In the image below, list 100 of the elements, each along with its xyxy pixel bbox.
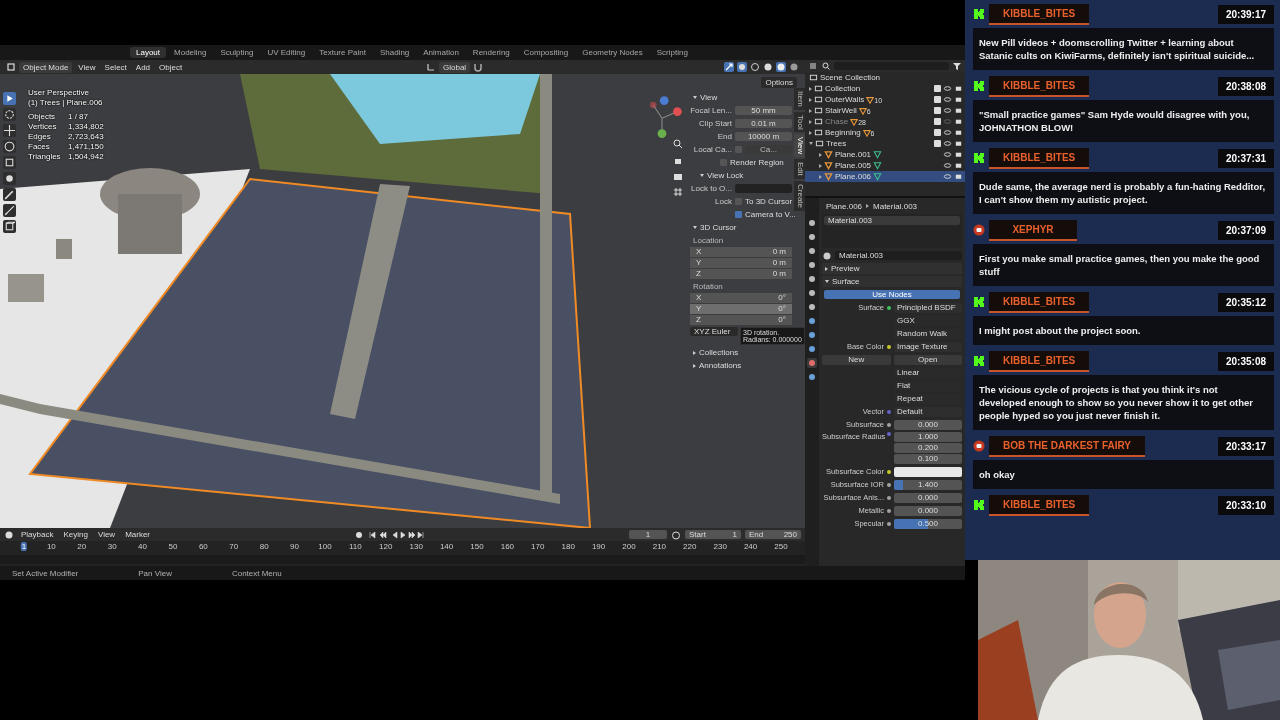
move-icon[interactable] — [3, 124, 16, 137]
number-field[interactable]: 10000 m — [735, 132, 792, 141]
orientation-dropdown[interactable]: Global — [439, 61, 471, 73]
section-header[interactable]: Collections — [690, 347, 792, 358]
expand-arrow-icon[interactable] — [809, 97, 812, 102]
rotation-mode-dropdown[interactable]: XYZ Euler — [690, 327, 738, 336]
link-field[interactable]: Image Texture — [894, 341, 962, 352]
checkbox[interactable] — [735, 211, 742, 218]
sidebar-tab[interactable]: Item — [794, 88, 805, 110]
checkbox[interactable] — [934, 96, 941, 103]
timeline-menu[interactable]: Marker — [122, 529, 154, 540]
number-field[interactable]: 0.100 — [894, 454, 962, 464]
sidebar-tab[interactable]: View — [794, 134, 805, 158]
socket-dot[interactable] — [887, 482, 891, 487]
measure-icon[interactable] — [3, 204, 16, 217]
socket-dot[interactable] — [887, 305, 891, 310]
header-menu[interactable]: Select — [101, 61, 130, 73]
slider-field[interactable]: 0.000 — [894, 505, 962, 516]
workspace-tab[interactable]: Sculpting — [214, 47, 260, 58]
shading-material-icon[interactable] — [776, 62, 786, 72]
cursor-icon[interactable] — [3, 108, 16, 121]
display-mode-icon[interactable] — [808, 61, 818, 71]
frame-number[interactable]: 1 — [20, 542, 28, 551]
header-menu[interactable]: Object — [156, 61, 186, 73]
new-image-button[interactable]: New — [822, 354, 891, 365]
stopwatch-icon[interactable] — [671, 529, 681, 540]
workspace-tab[interactable]: UV Editing — [261, 47, 312, 58]
sidebar-tab[interactable]: Create — [794, 181, 805, 212]
mode-icon[interactable] — [6, 62, 16, 72]
socket-dot[interactable] — [887, 409, 891, 414]
expand-arrow-icon[interactable] — [825, 280, 829, 283]
properties-tab-icon[interactable] — [807, 358, 817, 368]
timeline-menu[interactable]: Playback — [18, 529, 57, 540]
outliner-row[interactable]: Plane.005 — [805, 160, 965, 171]
coordinate-field[interactable]: Y 0° — [690, 304, 792, 314]
socket-dot[interactable] — [887, 432, 891, 436]
socket-dot[interactable] — [887, 521, 891, 526]
material-icon[interactable] — [822, 250, 832, 261]
checkbox[interactable] — [934, 85, 941, 92]
use-nodes-button[interactable]: Use Nodes — [824, 290, 960, 299]
record-icon[interactable] — [354, 529, 364, 540]
material-slot[interactable]: Material.003 — [824, 216, 960, 225]
outliner-row[interactable]: Plane.006 — [805, 171, 965, 182]
object-field[interactable] — [735, 184, 792, 193]
coordinate-field[interactable]: Z 0 m — [690, 269, 792, 279]
slider-field[interactable]: 0.500 — [894, 518, 962, 529]
link-field[interactable]: Principled BSDF — [894, 302, 962, 313]
start-frame-field[interactable]: Start 1 — [685, 530, 741, 539]
slider-field[interactable]: 0.000 — [894, 492, 962, 503]
header-menu[interactable]: Add — [132, 61, 154, 73]
checkbox[interactable] — [934, 129, 941, 136]
overlay-toggle-icon[interactable] — [737, 62, 747, 72]
number-field[interactable]: 0.01 m — [735, 119, 792, 128]
add-cube-icon[interactable] — [3, 220, 16, 233]
expand-arrow-icon[interactable] — [693, 96, 697, 99]
search-icon[interactable] — [821, 61, 831, 71]
workspace-tab[interactable]: Shading — [373, 47, 416, 58]
checkbox[interactable] — [735, 198, 742, 205]
rotate-icon[interactable] — [3, 140, 16, 153]
camera-field[interactable]: Ca... — [745, 145, 792, 154]
expand-arrow-icon[interactable] — [693, 350, 696, 355]
workspace-tab[interactable]: Layout — [130, 47, 167, 58]
expand-arrow-icon[interactable] — [700, 174, 704, 177]
color-swatch[interactable] — [894, 466, 962, 477]
socket-dot[interactable] — [887, 422, 891, 427]
sidebar-tab[interactable]: Tool — [794, 111, 805, 133]
gizmo-toggle-icon[interactable] — [724, 62, 734, 72]
expand-arrow-icon[interactable] — [809, 86, 812, 91]
outliner-row[interactable]: Plane.001 — [805, 149, 965, 160]
socket-dot[interactable] — [887, 508, 891, 513]
expand-arrow-icon[interactable] — [819, 152, 822, 157]
shading-wireframe-icon[interactable] — [750, 62, 760, 72]
expand-arrow-icon[interactable] — [825, 266, 828, 271]
workspace-tab[interactable]: Animation — [417, 47, 465, 58]
checkbox[interactable] — [720, 159, 727, 166]
panel-header[interactable]: Surface — [822, 276, 962, 287]
workspace-tab[interactable]: Scripting — [650, 47, 694, 58]
section-header[interactable]: 3D Cursor — [690, 222, 792, 233]
zoom-icon[interactable] — [672, 138, 684, 150]
workspace-tab[interactable]: Compositing — [517, 47, 575, 58]
shading-rendered-icon[interactable] — [789, 62, 799, 72]
grid-icon[interactable] — [672, 186, 684, 198]
timeline-menu[interactable]: Keying — [60, 529, 91, 540]
socket-dot[interactable] — [887, 495, 891, 500]
workspace-tab[interactable]: Geometry Nodes — [576, 47, 649, 58]
material-name-field[interactable]: Material.003 — [835, 251, 962, 260]
shading-solid-icon[interactable] — [763, 62, 773, 72]
link-field[interactable]: Default — [894, 406, 962, 417]
coordinate-field[interactable]: X 0 m — [690, 247, 792, 257]
outliner-row[interactable]: Trees — [805, 138, 965, 149]
timeline-menu[interactable]: View — [94, 529, 119, 540]
editor-type-icon[interactable] — [4, 529, 14, 540]
coordinate-field[interactable]: Z 0° — [690, 315, 792, 325]
section-header[interactable]: View — [690, 92, 792, 103]
workspace-tab[interactable]: Modeling — [168, 47, 213, 58]
number-field[interactable]: 50 mm — [735, 106, 792, 115]
properties-tab-icon[interactable] — [807, 372, 817, 382]
end-frame-field[interactable]: End 250 — [745, 530, 801, 539]
coordinate-field[interactable]: X 0° — [690, 293, 792, 303]
expand-arrow-icon[interactable] — [819, 174, 822, 179]
